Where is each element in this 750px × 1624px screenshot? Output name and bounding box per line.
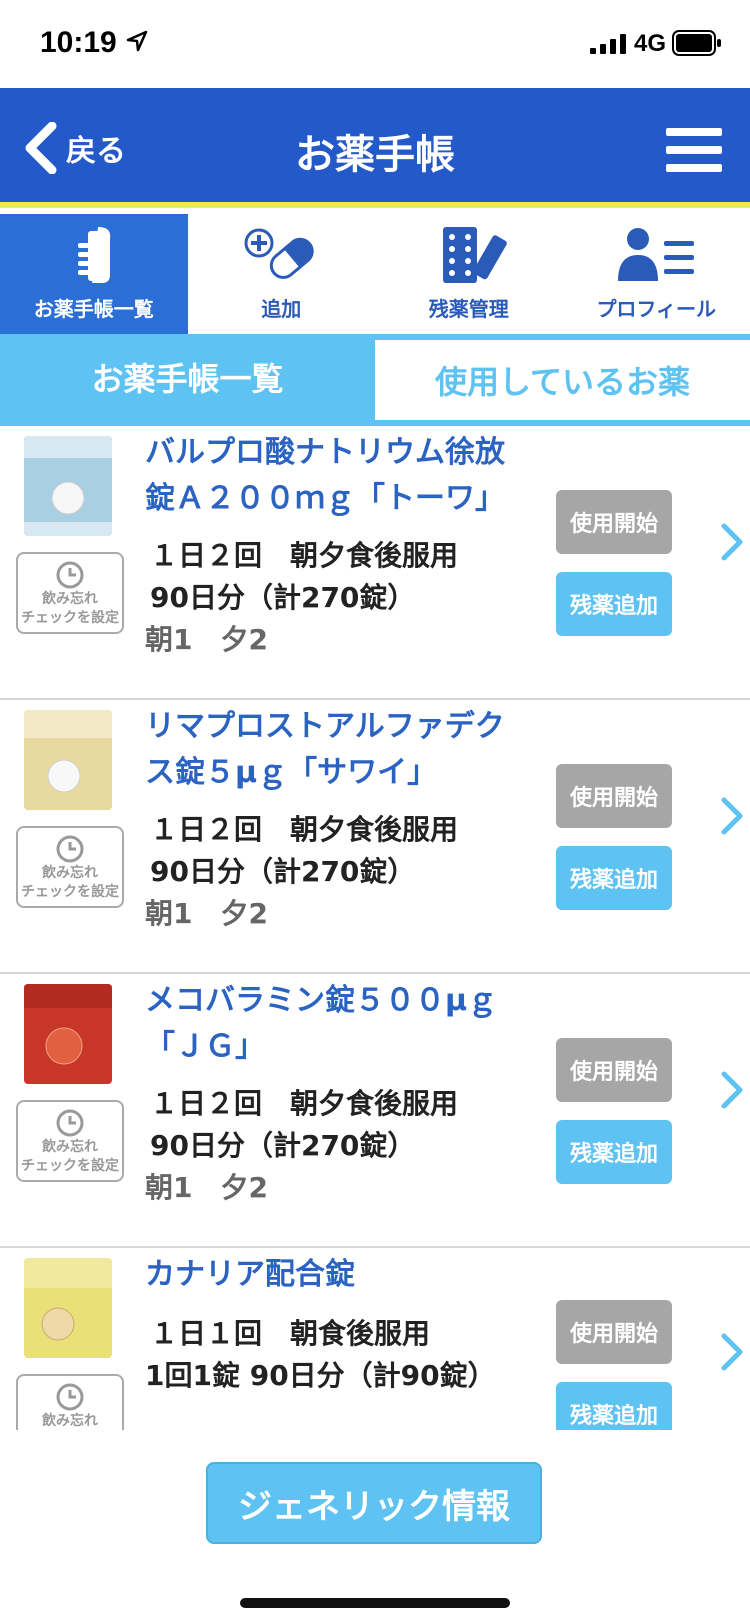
medicine-name: リマプロストアルファデクス錠５μｇ「サワイ」 bbox=[145, 709, 505, 790]
list-item[interactable]: 飲み忘れ チェックを設定 バルプロ酸ナトリウム徐放錠Ａ２００ｍｇ「トーワ」 １日… bbox=[0, 426, 750, 700]
add-remaining-button[interactable]: 残薬追加 bbox=[556, 572, 672, 636]
schedule-text: 朝1 夕2 bbox=[145, 1171, 268, 1204]
reminder-label: 飲み忘れ bbox=[42, 1413, 98, 1429]
medicine-image bbox=[24, 436, 112, 536]
reminder-label: 飲み忘れ bbox=[42, 865, 98, 881]
chevron-right-icon[interactable] bbox=[720, 1332, 744, 1372]
reminder-label: チェックを設定 bbox=[21, 610, 119, 626]
add-capsule-icon bbox=[244, 228, 314, 279]
tab-add[interactable]: 追加 bbox=[188, 214, 376, 334]
reminder-label: チェックを設定 bbox=[21, 1158, 119, 1174]
clock-icon bbox=[56, 561, 84, 589]
medicine-image bbox=[24, 710, 112, 810]
home-indicator[interactable] bbox=[240, 1598, 510, 1608]
pill-pack-icon bbox=[442, 227, 507, 283]
generic-info-button[interactable]: ジェネリック情報 bbox=[206, 1462, 542, 1544]
missed-dose-reminder-button[interactable]: 飲み忘れ チェックを設定 bbox=[16, 1100, 124, 1182]
profile-icon bbox=[618, 228, 695, 281]
clock-icon bbox=[56, 1109, 84, 1137]
chevron-right-icon[interactable] bbox=[720, 1070, 744, 1110]
chevron-right-icon[interactable] bbox=[720, 796, 744, 836]
add-remaining-button[interactable]: 残薬追加 bbox=[556, 1120, 672, 1184]
segment-control: お薬手帳一覧 使用しているお薬 bbox=[0, 334, 750, 426]
battery-icon bbox=[672, 30, 721, 56]
page-title: お薬手帳 bbox=[295, 132, 455, 178]
dosage-text: １日２回 朝夕食後服用 bbox=[150, 539, 459, 572]
reminder-label: チェックを設定 bbox=[21, 884, 119, 900]
tab-label: 追加 bbox=[261, 297, 302, 321]
medication-list: 飲み忘れ チェックを設定 バルプロ酸ナトリウム徐放錠Ａ２００ｍｇ「トーワ」 １日… bbox=[0, 426, 750, 1430]
hamburger-menu-button[interactable] bbox=[666, 128, 722, 172]
add-remaining-button[interactable]: 残薬追加 bbox=[556, 846, 672, 910]
menu-line bbox=[666, 128, 722, 136]
tab-label: お薬手帳一覧 bbox=[33, 297, 154, 321]
missed-dose-reminder-button[interactable]: 飲み忘れ チェックを設定 bbox=[16, 1374, 124, 1430]
missed-dose-reminder-button[interactable]: 飲み忘れ チェックを設定 bbox=[16, 826, 124, 908]
segment-notebook-list[interactable]: お薬手帳一覧 bbox=[0, 334, 375, 420]
list-item[interactable]: 飲み忘れ チェックを設定 メコバラミン錠５００μｇ「ＪＧ」 １日２回 朝夕食後服… bbox=[0, 974, 750, 1248]
reminder-label: 飲み忘れ bbox=[42, 1139, 98, 1155]
start-use-button[interactable]: 使用開始 bbox=[556, 764, 672, 828]
amount-text: 1回1錠 90日分（計90錠） bbox=[145, 1359, 496, 1392]
start-use-button[interactable]: 使用開始 bbox=[556, 1038, 672, 1102]
schedule-text: 朝1 夕2 bbox=[145, 897, 268, 930]
list-item[interactable]: 飲み忘れ チェックを設定 カナリア配合錠 １日１回 朝食後服用 1回1錠 90日… bbox=[0, 1248, 750, 1430]
medicine-image bbox=[24, 984, 112, 1084]
missed-dose-reminder-button[interactable]: 飲み忘れ チェックを設定 bbox=[16, 552, 124, 634]
dosage-text: １日２回 朝夕食後服用 bbox=[150, 1087, 459, 1120]
medicine-name: メコバラミン錠５００μｇ「ＪＧ」 bbox=[145, 983, 498, 1064]
medicine-name: カナリア配合錠 bbox=[145, 1257, 355, 1292]
tab-label: プロフィール bbox=[596, 297, 717, 321]
schedule-text: 朝1 夕2 bbox=[145, 623, 268, 656]
dosage-text: １日２回 朝夕食後服用 bbox=[150, 813, 459, 846]
amount-text: 90日分（計270錠） bbox=[150, 581, 416, 614]
network-label: 4G bbox=[634, 30, 667, 57]
add-remaining-button[interactable]: 残薬追加 bbox=[556, 1382, 672, 1430]
tab-remaining-medicine[interactable]: 残薬管理 bbox=[375, 214, 563, 334]
reminder-label: 飲み忘れ bbox=[42, 591, 98, 607]
menu-line bbox=[666, 164, 722, 172]
status-bar: 10:19 4G bbox=[0, 0, 750, 88]
notebook-hand-icon bbox=[77, 227, 110, 283]
tab-profile[interactable]: プロフィール bbox=[563, 214, 750, 334]
chevron-right-icon[interactable] bbox=[720, 522, 744, 562]
icon-tab-bar: お薬手帳一覧 追加 残薬管理 プロフィール bbox=[0, 214, 750, 334]
tab-notebook-list[interactable]: お薬手帳一覧 bbox=[0, 214, 188, 334]
tab-label: 残薬管理 bbox=[428, 297, 509, 321]
segment-in-use[interactable]: 使用しているお薬 bbox=[375, 340, 750, 420]
medicine-name: バルプロ酸ナトリウム徐放錠Ａ２００ｍｇ「トーワ」 bbox=[145, 435, 505, 516]
start-use-button[interactable]: 使用開始 bbox=[556, 490, 672, 554]
signal-icon bbox=[590, 34, 626, 54]
list-item[interactable]: 飲み忘れ チェックを設定 リマプロストアルファデクス錠５μｇ「サワイ」 １日２回… bbox=[0, 700, 750, 974]
clock-icon bbox=[56, 835, 84, 863]
clock-icon bbox=[56, 1383, 84, 1411]
menu-line bbox=[666, 146, 722, 154]
status-time: 10:19 bbox=[40, 26, 117, 59]
dosage-text: １日１回 朝食後服用 bbox=[150, 1317, 431, 1350]
amount-text: 90日分（計270錠） bbox=[150, 1129, 416, 1162]
start-use-button[interactable]: 使用開始 bbox=[556, 1300, 672, 1364]
amount-text: 90日分（計270錠） bbox=[150, 855, 416, 888]
location-arrow-icon bbox=[126, 30, 148, 52]
navigation-bar: 戻る お薬手帳 bbox=[0, 88, 750, 208]
medicine-image bbox=[24, 1258, 112, 1358]
